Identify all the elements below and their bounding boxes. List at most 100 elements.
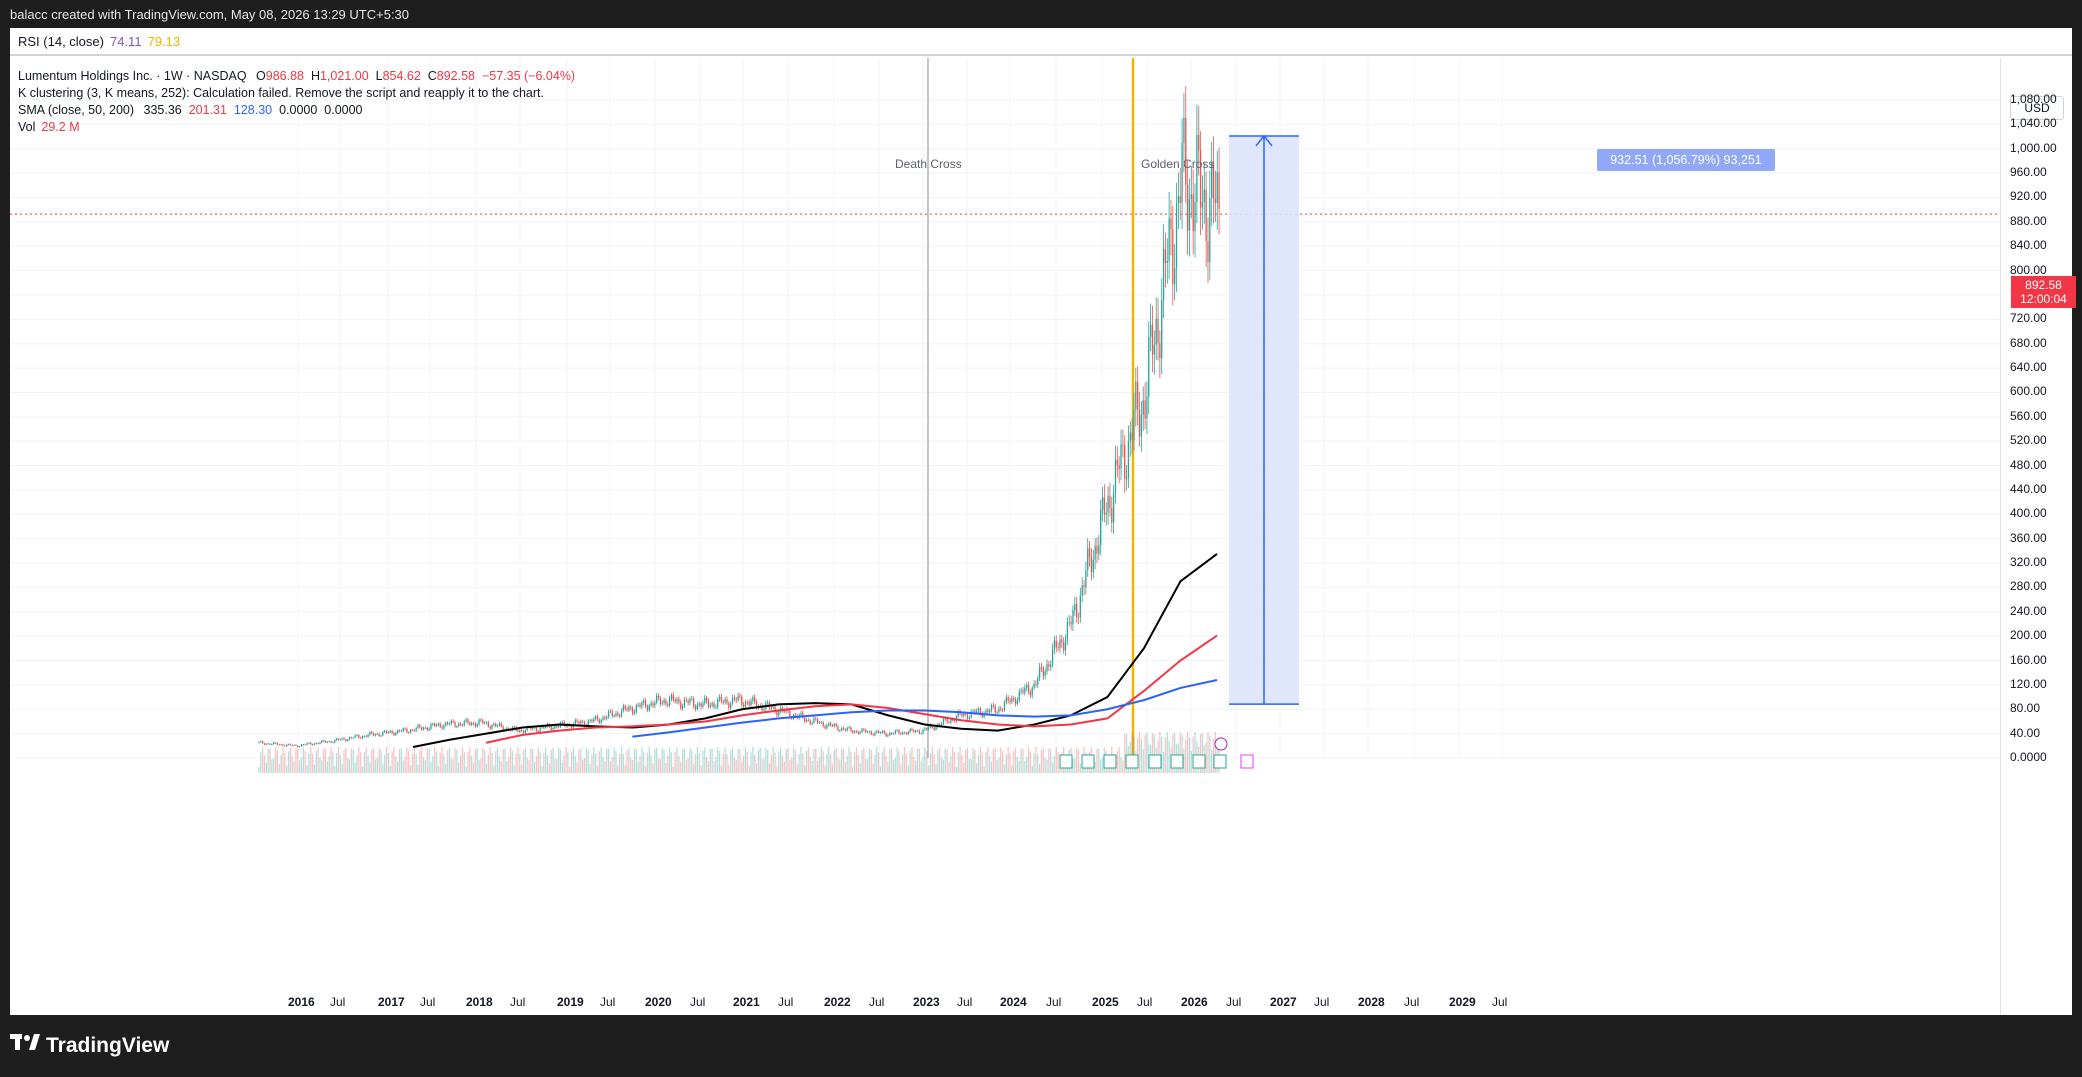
candle-body (487, 722, 489, 727)
candle-body (1107, 495, 1109, 513)
close-label: C (427, 69, 437, 83)
volume-bar (805, 751, 808, 773)
price-tick-label: 80.00 (2010, 701, 2041, 716)
candle-body (384, 731, 386, 732)
volume-bar (358, 747, 360, 773)
candle-body (273, 742, 275, 745)
brand-name: TradingView (46, 1034, 170, 1057)
volume-bar (865, 758, 867, 773)
time-tick-label: Jul (330, 995, 346, 1009)
candle-body (311, 744, 314, 746)
volume-bar (502, 748, 504, 773)
candle-body (1050, 664, 1052, 667)
candle-body (885, 733, 887, 737)
volume-bar (883, 747, 885, 773)
sma-value-2: 201.31 (188, 103, 227, 117)
candle-body (804, 717, 806, 722)
candle-body (722, 701, 724, 703)
volume-bar (533, 761, 536, 773)
volume-bar (924, 747, 926, 773)
volume-bar (337, 747, 340, 773)
volume-bar (593, 747, 595, 773)
volume-bar (1100, 760, 1102, 773)
volume-bar (759, 747, 761, 773)
tradingview-logo[interactable]: TradingView (10, 1034, 169, 1058)
chart-canvas[interactable] (10, 58, 2000, 1015)
volume-bar (989, 756, 991, 773)
candle-body (1083, 585, 1085, 588)
candle-body (704, 697, 706, 704)
candle-body (643, 700, 645, 703)
sma-row[interactable]: SMA (close, 50, 200) 335.36 201.31 128.3… (18, 102, 575, 119)
candle-body (872, 734, 874, 736)
volume-bar (781, 755, 784, 773)
candle-body (376, 733, 378, 735)
volume-bar (576, 762, 578, 773)
candle-body (1070, 621, 1072, 625)
candle-body (844, 729, 847, 731)
volume-bar (1042, 747, 1044, 773)
candle-body (293, 744, 295, 746)
volume-bar (878, 752, 880, 773)
volume-bar (606, 748, 608, 773)
volume-bar (341, 763, 343, 773)
rsi-pane-header[interactable]: RSI (14, close) 74.11 79.13 (10, 28, 2072, 56)
candle-body (637, 704, 639, 706)
volume-bar (770, 755, 773, 773)
volume-bar (287, 751, 290, 773)
candle-body (822, 722, 824, 727)
candle-body (578, 721, 580, 724)
time-tick-label: 2025 (1092, 995, 1119, 1009)
volume-bar (915, 760, 917, 773)
candle-body (356, 735, 358, 736)
candle-body (746, 702, 748, 703)
price-chart[interactable] (10, 58, 2000, 1015)
volume-bar (609, 760, 612, 773)
volume-bar (398, 748, 401, 773)
volume-bar (415, 753, 417, 773)
volume-bar (298, 760, 301, 773)
volume-bar (617, 765, 619, 773)
candle-body (478, 719, 480, 725)
symbol-name[interactable]: Lumentum Holdings Inc. · 1W · NASDAQ (18, 69, 247, 83)
candle-body (648, 705, 650, 711)
volume-bar (663, 749, 665, 773)
volume-bar (1144, 735, 1146, 773)
volume-bar (384, 754, 386, 773)
volume-bar (1101, 757, 1104, 773)
candle-body (1035, 683, 1037, 685)
volume-bar (637, 761, 639, 773)
volume-bar (532, 749, 534, 773)
candle-body (674, 699, 676, 702)
candle-body (667, 703, 669, 706)
candle-body (328, 741, 330, 743)
volume-bar (752, 747, 754, 773)
kclustering-row[interactable]: K clustering (3, K means, 252): Calculat… (18, 85, 575, 102)
candle-body (1198, 134, 1200, 151)
volume-bar (354, 762, 356, 773)
candle-body (1164, 248, 1167, 263)
volume-bar (546, 754, 549, 773)
volume-bar (826, 753, 828, 773)
volume-bar (628, 747, 630, 773)
candle-body (641, 702, 643, 707)
price-tick-label: 880.00 (2010, 213, 2047, 228)
earnings-upcoming-icon (1240, 754, 1254, 769)
candle-body (1175, 203, 1178, 269)
measure-label[interactable]: 932.51 (1,056.79%) 93,251 (1597, 149, 1775, 171)
volume-bar (828, 747, 830, 773)
candle-body (513, 726, 515, 728)
golden-cross-label[interactable]: Golden Cross (1141, 157, 1214, 171)
volume-bar (811, 760, 813, 773)
volume-bar (508, 757, 510, 773)
death-cross-label[interactable]: Death Cross (895, 157, 962, 171)
price-tick-label: 800.00 (2010, 262, 2047, 277)
candle-body (1127, 440, 1130, 478)
candle-body (889, 732, 891, 736)
candle-body (463, 721, 465, 726)
volume-row[interactable]: Vol 29.2 M (18, 119, 575, 136)
candle-body (916, 730, 919, 732)
candle-body (902, 732, 904, 735)
sma-value-4: 0.0000 (279, 103, 318, 117)
price-tick-label: 200.00 (2010, 628, 2047, 643)
